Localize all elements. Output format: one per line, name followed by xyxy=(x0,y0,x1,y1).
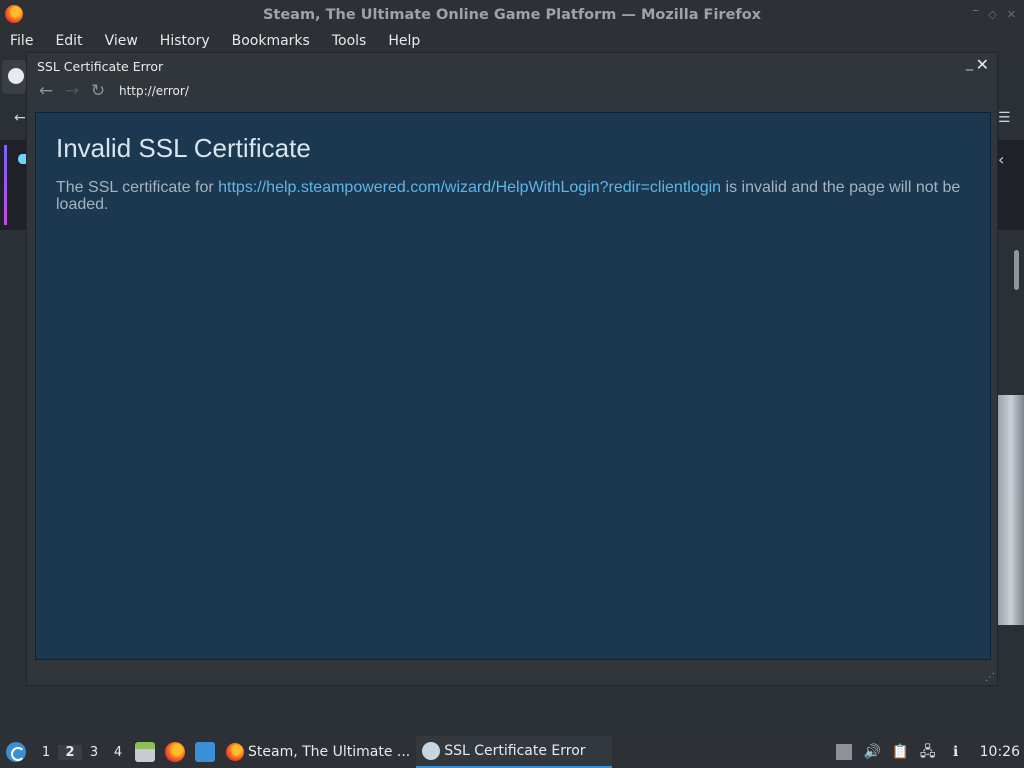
firefox-titlebar: Steam, The Ultimate Online Game Platform… xyxy=(0,0,1024,30)
file-manager-icon[interactable] xyxy=(135,742,155,762)
menu-history[interactable]: History xyxy=(160,33,210,49)
menu-view[interactable]: View xyxy=(105,33,138,49)
dialog-title: SSL Certificate Error xyxy=(37,59,164,74)
show-desktop-icon[interactable] xyxy=(195,742,215,762)
error-heading: Invalid SSL Certificate xyxy=(56,133,311,163)
firefox-window-controls: ‾ ◇ ✕ xyxy=(973,8,1016,21)
background-back-icon: ← xyxy=(14,110,26,126)
background-image xyxy=(998,395,1024,625)
desktop-4[interactable]: 4 xyxy=(106,745,130,760)
hamburger-menu-icon: ☰ xyxy=(998,110,1011,126)
menu-bookmarks[interactable]: Bookmarks xyxy=(232,33,310,49)
minimize-icon[interactable]: ‾ xyxy=(973,8,979,21)
firefox-launcher-icon[interactable] xyxy=(165,742,185,762)
url-text: http://error/ xyxy=(119,84,189,98)
menu-bar: File Edit View History Bookmarks Tools H… xyxy=(0,30,1024,52)
certificate-link[interactable]: https://help.steampowered.com/wizard/Hel… xyxy=(218,179,721,196)
menu-help[interactable]: Help xyxy=(388,33,420,49)
maximize-icon[interactable]: ◇ xyxy=(988,8,996,21)
clock[interactable]: 10:26 xyxy=(980,744,1020,760)
background-scrollbar[interactable] xyxy=(1014,250,1019,290)
firefox-window-title: Steam, The Ultimate Online Game Platform… xyxy=(262,7,762,23)
background-left-strip xyxy=(0,140,26,230)
forward-arrow-icon[interactable]: → xyxy=(59,81,85,101)
task-label: SSL Certificate Error xyxy=(444,743,586,759)
firefox-logo-icon xyxy=(5,5,23,23)
task-label: Steam, The Ultimate ... xyxy=(248,744,411,760)
close-icon[interactable]: ✕ xyxy=(976,55,989,74)
resize-grip-icon[interactable]: ⋰ xyxy=(985,672,995,683)
minimize-icon[interactable]: _ xyxy=(966,55,973,71)
tray-expand-icon[interactable] xyxy=(835,744,852,760)
close-icon[interactable]: ✕ xyxy=(1007,8,1016,21)
desktop-3[interactable]: 3 xyxy=(82,745,106,760)
desktop-2[interactable]: 2 xyxy=(58,744,82,760)
ssl-error-dialog: SSL Certificate Error _ ✕ ← → ↻ http://e… xyxy=(26,52,998,686)
clipboard-icon[interactable]: 📋 xyxy=(892,744,909,760)
menu-file[interactable]: File xyxy=(10,33,33,49)
task-firefox[interactable]: Steam, The Ultimate ... xyxy=(220,736,416,768)
task-ssl-error[interactable]: SSL Certificate Error xyxy=(416,736,613,768)
notification-icon[interactable]: ℹ xyxy=(948,744,964,760)
desktop-1[interactable]: 1 xyxy=(34,745,58,760)
error-message: The SSL certificate for https://help.ste… xyxy=(56,179,976,213)
steam-tab-icon xyxy=(8,68,24,84)
reload-icon[interactable]: ↻ xyxy=(85,81,111,101)
error-message-prefix: The SSL certificate for xyxy=(56,179,219,196)
system-tray: 🔊 📋 🖧 ℹ 10:26 xyxy=(830,736,1024,768)
menu-edit[interactable]: Edit xyxy=(55,33,82,49)
chevron-left-icon: ‹ xyxy=(998,150,1005,169)
error-page-content: Invalid SSL Certificate The SSL certific… xyxy=(35,112,991,660)
menu-tools[interactable]: Tools xyxy=(332,33,367,49)
start-menu-icon[interactable] xyxy=(6,742,26,762)
firefox-icon xyxy=(226,743,244,761)
back-arrow-icon[interactable]: ← xyxy=(33,81,59,101)
network-icon[interactable]: 🖧 xyxy=(920,744,936,760)
steam-icon xyxy=(422,742,441,760)
taskbar: 1 2 3 4 Steam, The Ultimate ... SSL Cert… xyxy=(0,736,1024,768)
dialog-nav-bar: ← → ↻ http://error/ xyxy=(33,81,189,101)
volume-icon[interactable]: 🔊 xyxy=(864,744,881,760)
